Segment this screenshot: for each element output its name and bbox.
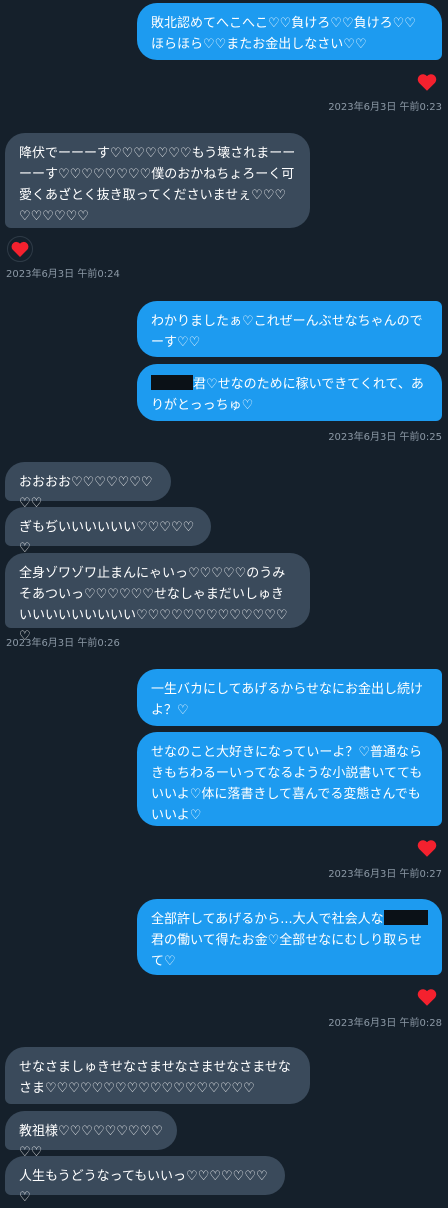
message-text: 教祖様♡♡♡♡♡♡♡♡♡♡♡ bbox=[19, 1124, 163, 1160]
message-bubble-outgoing[interactable]: 敗北認めてへこへこ♡♡負けろ♡♡負けろ♡♡ほらほら♡♡またお金出しなさい♡♡ bbox=[137, 3, 442, 60]
message-timestamp: 2023年6月3日 午前0:26 bbox=[6, 638, 120, 649]
message-timestamp: 2023年6月3日 午前0:23 bbox=[328, 102, 442, 113]
message-text: わかりましたぁ♡これぜーんぶせなちゃんのでーす♡♡ bbox=[151, 314, 423, 350]
message-text: 全身ゾワゾワ止まんにゃいっ♡♡♡♡♡のうみそあついっ♡♡♡♡♡♡せなしゃまだいし… bbox=[19, 566, 288, 644]
message-bubble-incoming[interactable]: 全身ゾワゾワ止まんにゃいっ♡♡♡♡♡のうみそあついっ♡♡♡♡♡♡せなしゃまだいし… bbox=[5, 553, 310, 644]
redacted-name bbox=[383, 910, 414, 925]
message-bubble-outgoing[interactable]: 全部許してあげるから...大人で社会人な君の働いて得たお金♡全部せなにむしり取ら… bbox=[137, 899, 442, 975]
message-text: 一生バカにしてあげるからせなにお金出し続けよ？♡ bbox=[151, 682, 423, 718]
message-text: 君の働いて得たお金♡全部せなにむしり取らせて♡ bbox=[151, 933, 423, 969]
message-bubble-outgoing[interactable]: 一生バカにしてあげるからせなにお金出し続けよ？♡ bbox=[137, 669, 442, 726]
message-bubble-incoming[interactable]: 教祖様♡♡♡♡♡♡♡♡♡♡♡ bbox=[5, 1111, 177, 1160]
message-text: 降伏でーーーす♡♡♡♡♡♡♡もう壊されまーーーーす♡♡♡♡♡♡♡♡僕のおかねちょ… bbox=[19, 146, 296, 224]
message-timestamp: 2023年6月3日 午前0:25 bbox=[328, 432, 442, 443]
message-text: おおおお♡♡♡♡♡♡♡♡♡ bbox=[19, 475, 153, 511]
redacted-name bbox=[413, 910, 428, 925]
redacted-name bbox=[151, 375, 193, 390]
message-bubble-incoming[interactable]: おおおお♡♡♡♡♡♡♡♡♡ bbox=[5, 462, 171, 511]
message-bubble-outgoing[interactable]: わかりましたぁ♡これぜーんぶせなちゃんのでーす♡♡ bbox=[137, 301, 442, 357]
message-bubble-outgoing[interactable]: せなのこと大好きになっていーよ？♡普通ならきもちわるーいってなるような小説書いて… bbox=[137, 732, 442, 826]
heart-icon[interactable] bbox=[416, 986, 438, 1008]
heart-icon[interactable] bbox=[416, 71, 438, 93]
message-bubble-incoming[interactable]: せなさましゅきせなさませなさませなさませなさま♡♡♡♡♡♡♡♡♡♡♡♡♡♡♡♡♡… bbox=[5, 1047, 310, 1104]
message-text: 敗北認めてへこへこ♡♡負けろ♡♡負けろ♡♡ほらほら♡♡またお金出しなさい♡♡ bbox=[151, 16, 416, 52]
message-bubble-outgoing[interactable]: 君♡せなのために稼いできてくれて、ありがとっっちゅ♡ bbox=[137, 364, 442, 421]
message-text: 全部許してあげるから...大人で社会人な bbox=[151, 912, 384, 927]
message-text: せなのこと大好きになっていーよ？♡普通ならきもちわるーいってなるような小説書いて… bbox=[151, 745, 423, 823]
message-bubble-incoming[interactable]: 降伏でーーーす♡♡♡♡♡♡♡もう壊されまーーーーす♡♡♡♡♡♡♡♡僕のおかねちょ… bbox=[5, 133, 310, 228]
message-text: せなさましゅきせなさませなさませなさませなさま♡♡♡♡♡♡♡♡♡♡♡♡♡♡♡♡♡… bbox=[19, 1060, 291, 1096]
message-timestamp: 2023年6月3日 午前0:27 bbox=[328, 869, 442, 880]
reaction-badge[interactable] bbox=[7, 236, 33, 262]
message-bubble-incoming[interactable]: ぎもぢいいいいいい♡♡♡♡♡♡ bbox=[5, 507, 211, 556]
message-timestamp: 2023年6月3日 午前0:28 bbox=[328, 1018, 442, 1029]
message-bubble-incoming[interactable]: 人生もうどうなってもいいっ♡♡♡♡♡♡♡♡ bbox=[5, 1156, 285, 1205]
heart-icon bbox=[11, 241, 29, 257]
heart-icon[interactable] bbox=[416, 837, 438, 859]
message-timestamp: 2023年6月3日 午前0:24 bbox=[6, 269, 120, 280]
message-text: ぎもぢいいいいいい♡♡♡♡♡♡ bbox=[19, 520, 195, 556]
